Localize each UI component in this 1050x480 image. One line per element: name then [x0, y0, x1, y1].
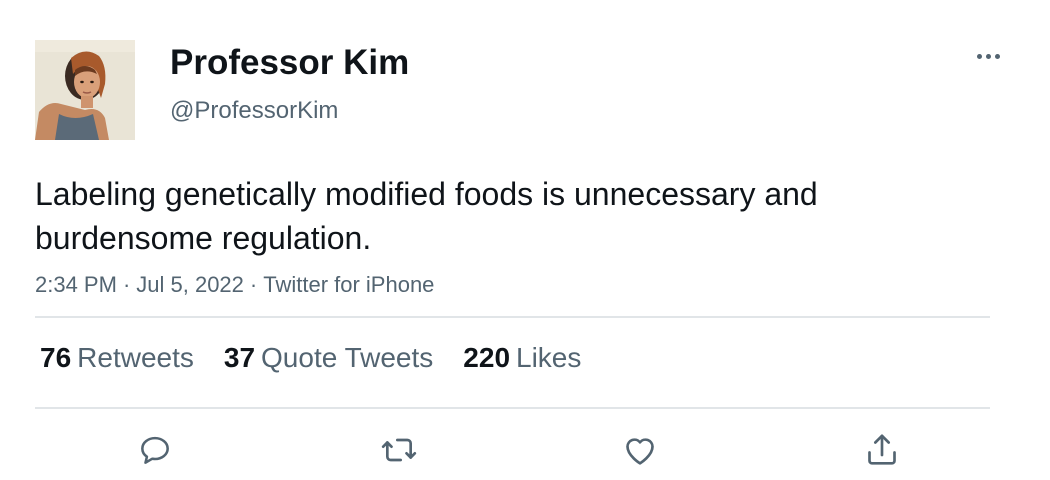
retweet-button[interactable]	[377, 428, 421, 472]
reply-button[interactable]	[133, 428, 177, 472]
share-icon	[868, 434, 896, 465]
avatar[interactable]	[35, 40, 135, 140]
retweets-label: Retweets	[77, 342, 194, 373]
reply-icon	[141, 436, 169, 464]
quote-tweets-label: Quote Tweets	[261, 342, 434, 373]
divider	[35, 407, 990, 409]
user-handle[interactable]: @ProfessorKim	[170, 96, 338, 126]
heart-icon	[626, 438, 654, 465]
divider	[35, 316, 990, 318]
likes-stat[interactable]: 220 Likes	[463, 340, 581, 376]
tweet-meta: 2:34 PM · Jul 5, 2022 · Twitter for iPhone	[35, 271, 434, 299]
profile-photo	[35, 40, 135, 140]
more-dot	[985, 53, 991, 59]
engagement-stats: 76 Retweets 37 Quote Tweets 220 Likes	[40, 340, 611, 376]
tweet-time[interactable]: 2:34 PM	[35, 272, 117, 297]
tweet-date[interactable]: Jul 5, 2022	[136, 272, 244, 297]
quote-tweets-stat[interactable]: 37 Quote Tweets	[224, 340, 433, 376]
tweet-source[interactable]: Twitter for iPhone	[263, 272, 434, 297]
display-name[interactable]: Professor Kim	[170, 42, 409, 84]
likes-count: 220	[463, 342, 511, 373]
more-dot	[976, 53, 982, 59]
more-dot	[994, 53, 1000, 59]
retweets-count: 76	[40, 342, 72, 373]
likes-label: Likes	[516, 342, 582, 373]
quote-tweets-count: 37	[223, 342, 256, 373]
more-horizontal-icon[interactable]	[968, 42, 1008, 70]
share-button[interactable]	[860, 428, 904, 472]
meta-separator: ·	[249, 272, 258, 297]
meta-separator: ·	[122, 272, 131, 297]
retweet-icon	[381, 438, 417, 462]
tweet-text: Labeling genetically modified foods is u…	[35, 176, 818, 256]
retweets-stat[interactable]: 76 Retweets	[40, 340, 194, 376]
like-button[interactable]	[618, 428, 662, 472]
